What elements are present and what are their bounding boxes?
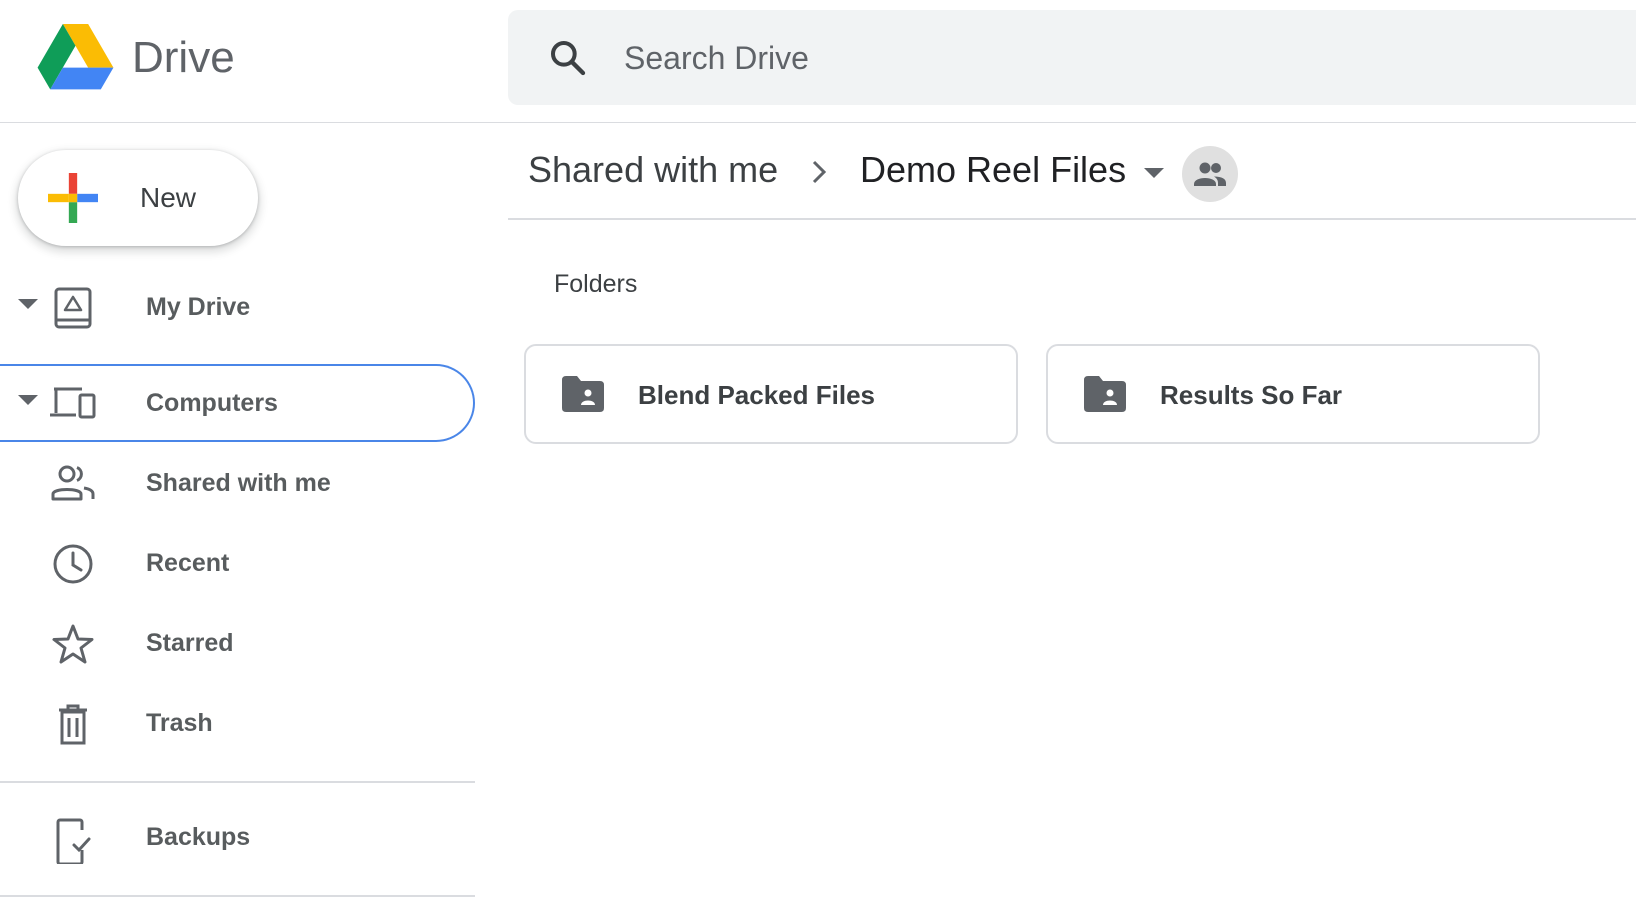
sidebar-item-shared-with-me[interactable]: Shared with me	[0, 444, 475, 522]
app-name: Drive	[132, 33, 235, 82]
sidebar-divider	[0, 781, 475, 783]
sidebar-item-starred[interactable]: Starred	[0, 604, 475, 682]
search-box[interactable]	[508, 10, 1636, 105]
shared-folder-icon	[562, 376, 604, 412]
breadcrumb-current[interactable]: Demo Reel Files	[860, 148, 1126, 192]
folder-name: Results So Far	[1160, 380, 1343, 410]
people-icon	[1194, 162, 1226, 186]
folder-card[interactable]: Blend Packed Files	[524, 344, 1018, 444]
sidebar-item-label: Backups	[146, 823, 251, 851]
sidebar-item-backups[interactable]: Backups	[0, 798, 475, 876]
folder-card[interactable]: Results So Far	[1046, 344, 1540, 444]
plus-icon	[48, 173, 98, 223]
star-icon	[52, 624, 94, 664]
sidebar-item-recent[interactable]: Recent	[0, 524, 475, 602]
shared-folder-icon	[1084, 376, 1126, 412]
computers-icon	[50, 387, 96, 419]
sidebar-item-label: Computers	[146, 389, 278, 417]
backups-icon	[56, 818, 91, 864]
top-header: Drive	[0, 0, 1636, 123]
folder-name: Blend Packed Files	[638, 380, 875, 410]
search-input[interactable]	[622, 32, 1522, 84]
sidebar-item-label: My Drive	[146, 293, 251, 321]
section-title-folders: Folders	[554, 270, 638, 298]
expand-arrow-icon[interactable]	[18, 395, 38, 405]
sidebar-item-my-drive[interactable]: My Drive	[0, 268, 475, 346]
sidebar-item-label: Starred	[146, 629, 234, 657]
drive-logo-icon[interactable]	[37, 24, 114, 92]
breadcrumb-parent[interactable]: Shared with me	[528, 148, 778, 192]
new-button-label: New	[140, 182, 197, 213]
my-drive-icon	[54, 287, 92, 329]
chevron-right-icon	[812, 160, 827, 184]
new-button[interactable]: New	[18, 150, 258, 246]
breadcrumb: Shared with me Demo Reel Files	[508, 124, 1636, 220]
search-icon[interactable]	[548, 38, 588, 78]
sidebar-divider	[0, 895, 475, 897]
expand-arrow-icon[interactable]	[18, 299, 38, 309]
people-icon	[51, 465, 95, 501]
chevron-down-icon[interactable]	[1144, 168, 1164, 178]
sidebar-item-label: Trash	[146, 709, 213, 737]
sidebar-item-label: Shared with me	[146, 469, 331, 497]
clock-icon	[53, 544, 93, 584]
sidebar-item-label: Recent	[146, 549, 230, 577]
sidebar-item-computers[interactable]: Computers	[0, 364, 475, 442]
trash-icon	[59, 704, 87, 745]
sidebar-item-trash[interactable]: Trash	[0, 684, 475, 762]
shared-folder-badge[interactable]	[1182, 146, 1238, 202]
